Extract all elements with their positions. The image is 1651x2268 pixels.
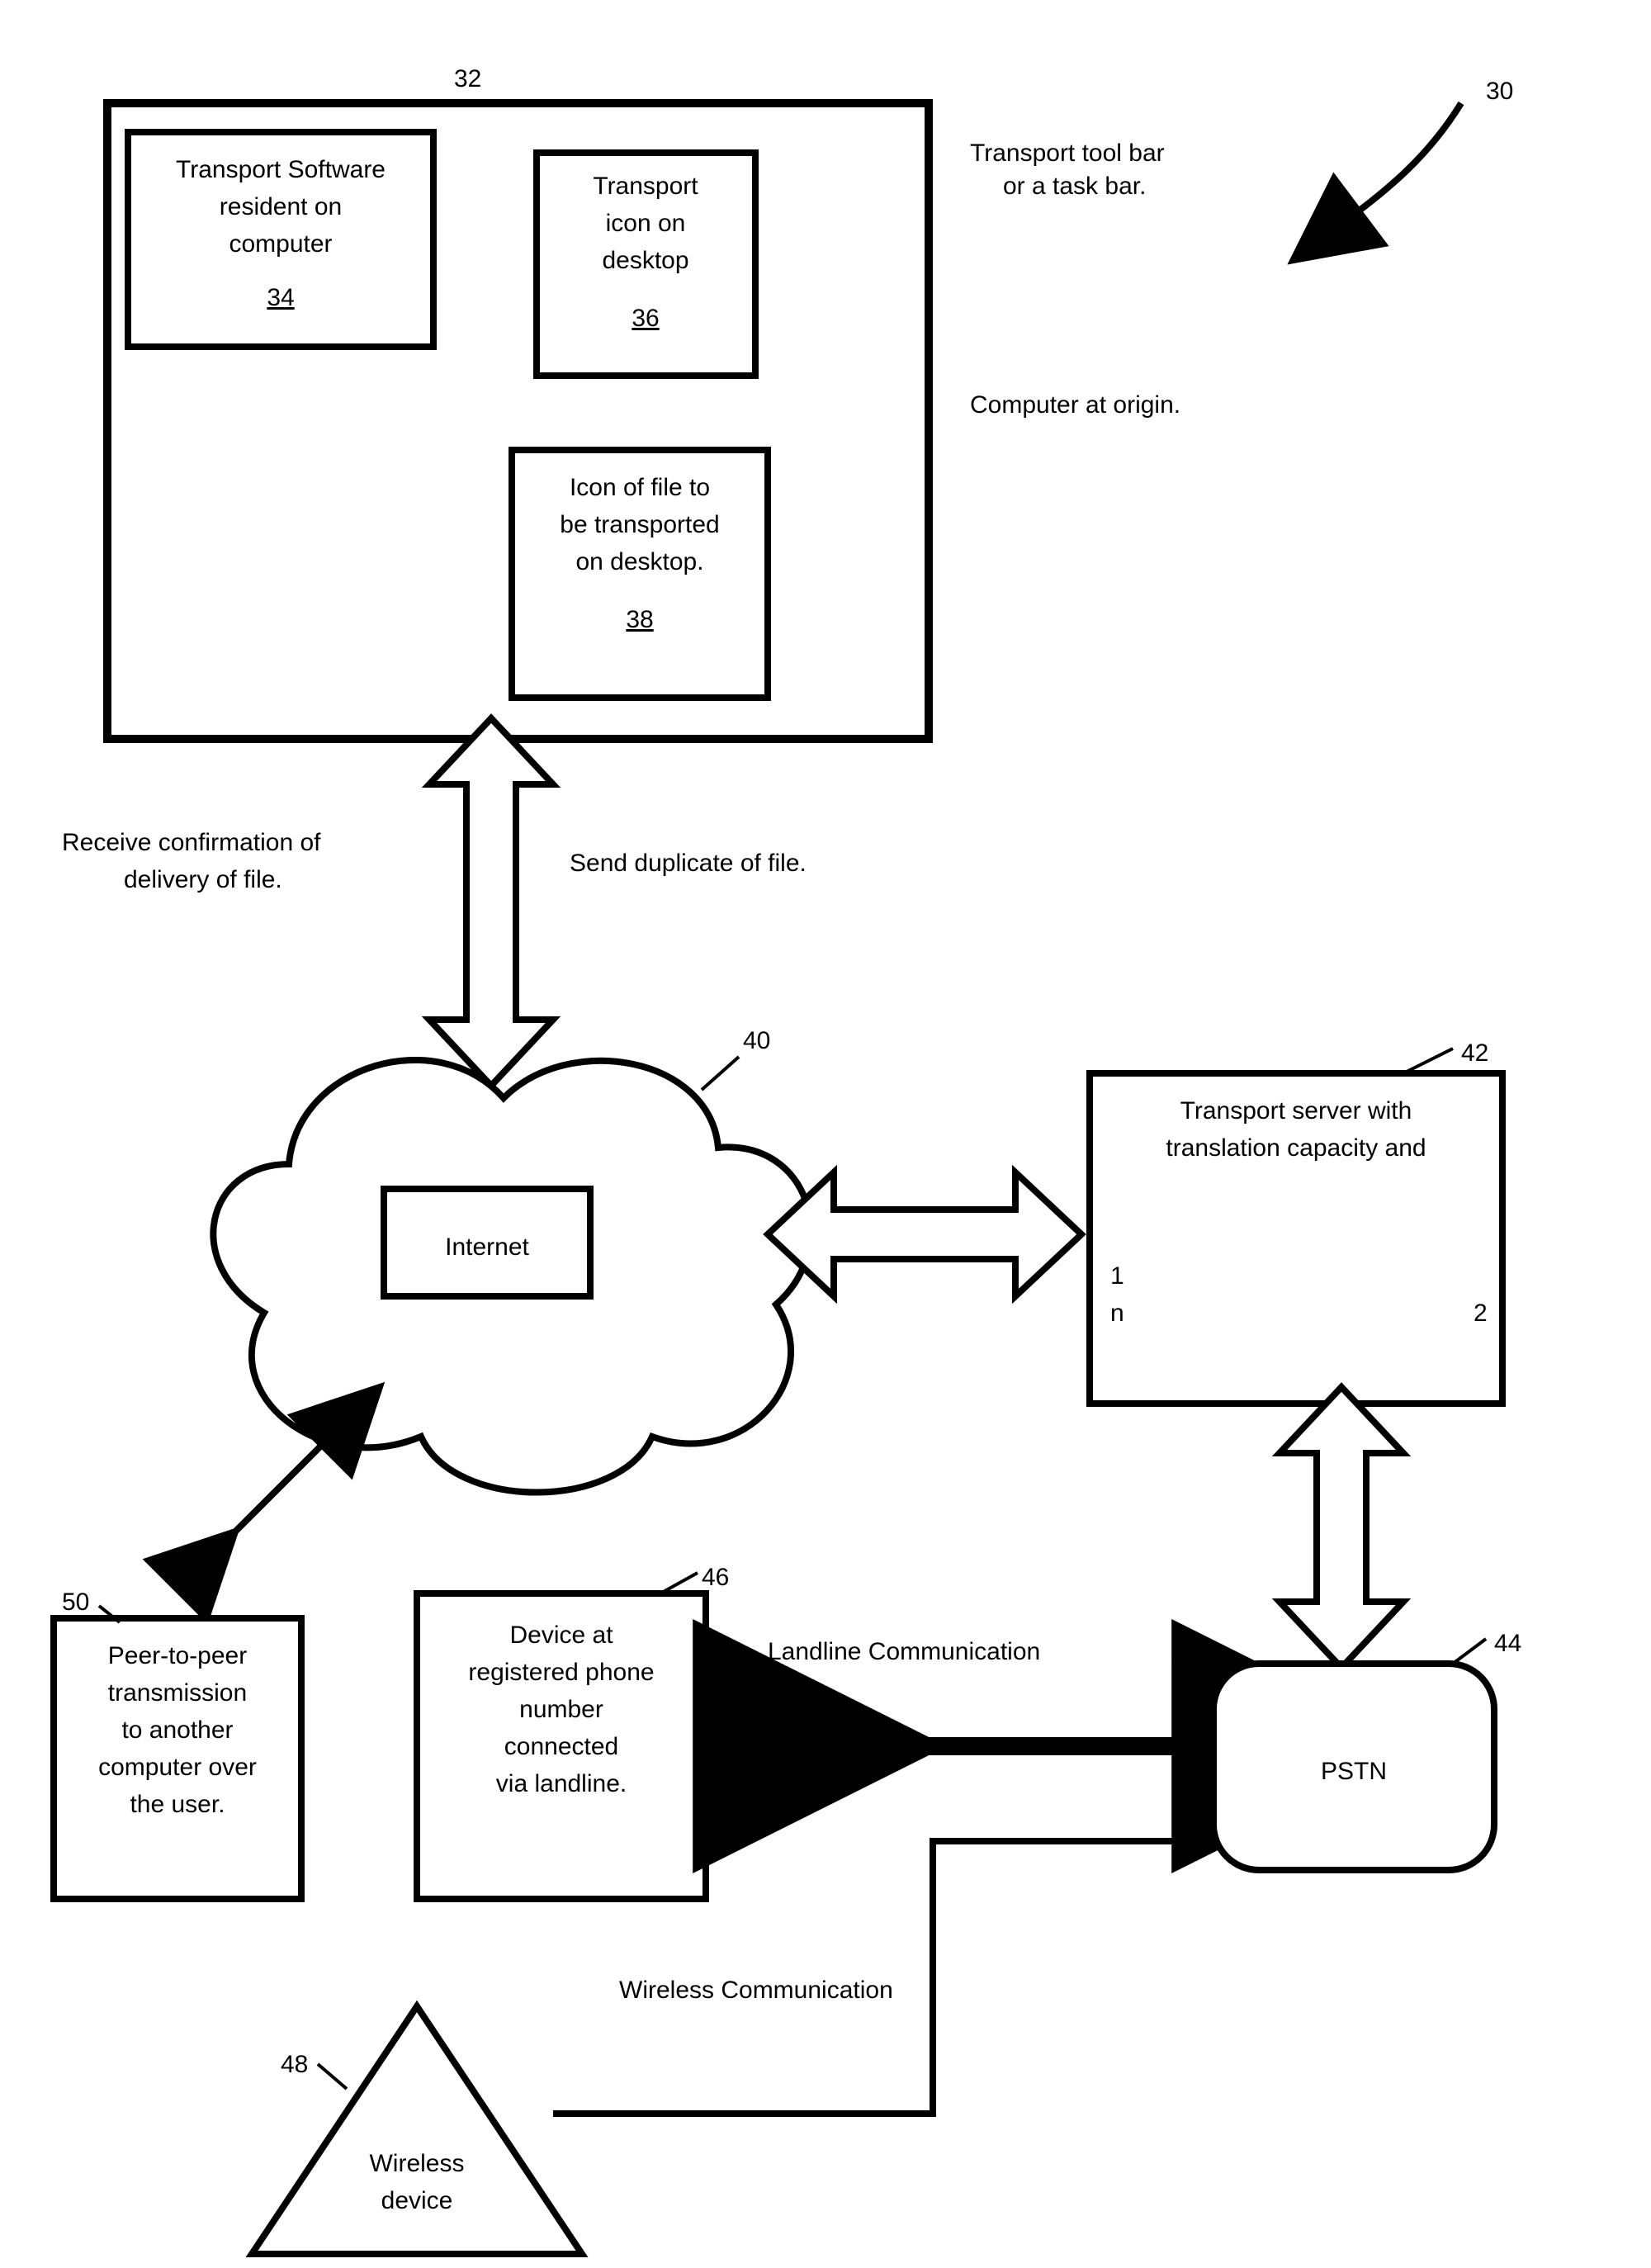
svg-text:desktop: desktop (602, 247, 688, 274)
svg-text:computer over: computer over (98, 1754, 257, 1781)
peer-box: Peer-to-peer transmission to another com… (54, 1589, 301, 1899)
internet-cloud: Internet 40 (213, 1027, 811, 1493)
svg-text:2: 2 (1474, 1300, 1488, 1327)
ref-34: 34 (267, 284, 294, 311)
transport-server-box: Transport server with translation capaci… (1090, 1039, 1502, 1404)
svg-text:Peer-to-peer: Peer-to-peer (108, 1642, 247, 1669)
confirm-label-2: delivery of file. (124, 866, 282, 893)
toolbar-label-2: or a task bar. (1003, 173, 1146, 200)
svg-text:Transport: Transport (593, 173, 698, 200)
svg-text:the user.: the user. (130, 1791, 225, 1818)
system-ref-arrow: 30 (1354, 78, 1513, 215)
svg-text:n: n (1110, 1300, 1124, 1327)
svg-text:Wireless: Wireless (369, 2150, 464, 2177)
landline-device-box: Device at registered phone number connec… (417, 1564, 729, 1899)
arrow-internet-server (768, 1172, 1081, 1296)
svg-text:resident on: resident on (220, 193, 342, 220)
svg-text:to another: to another (121, 1716, 233, 1744)
svg-text:connected: connected (504, 1733, 618, 1760)
svg-text:Icon of file to: Icon of file to (570, 474, 710, 501)
internet-label: Internet (445, 1233, 529, 1261)
arrow-peer-cloud (182, 1441, 326, 1585)
ref-36: 36 (632, 305, 659, 332)
ref-44: 44 (1494, 1630, 1521, 1657)
ref-40: 40 (743, 1027, 770, 1054)
svg-text:transmission: transmission (108, 1679, 247, 1707)
svg-text:computer: computer (229, 230, 332, 258)
wireless-device-triangle: Wireless device 48 (252, 2006, 582, 2254)
svg-text:Transport Software: Transport Software (176, 156, 386, 183)
svg-text:number: number (519, 1696, 603, 1723)
origin-label: Computer at origin. (970, 391, 1180, 419)
svg-text:be transported: be transported (560, 511, 719, 538)
toolbar-label-1: Transport tool bar (970, 140, 1165, 167)
svg-text:icon on: icon on (606, 210, 686, 237)
ref-48: 48 (281, 2051, 308, 2078)
file-icon-box: Icon of file to be transported on deskto… (512, 450, 768, 698)
pstn-label: PSTN (1321, 1758, 1387, 1785)
transport-icon-box: Transport icon on desktop 36 (537, 153, 755, 376)
svg-text:on desktop.: on desktop. (575, 548, 703, 575)
arrow-server-pstn (1280, 1387, 1403, 1668)
ref-32: 32 (454, 65, 481, 92)
send-label: Send duplicate of file. (570, 850, 807, 877)
ref-38: 38 (626, 606, 653, 633)
svg-text:Transport server with: Transport server with (1180, 1097, 1412, 1125)
confirm-label-1: Receive confirmation of (62, 829, 321, 856)
svg-text:Device at: Device at (509, 1622, 613, 1649)
svg-text:translation capacity and: translation capacity and (1166, 1134, 1426, 1162)
svg-text:via landline.: via landline. (496, 1770, 627, 1797)
ref-46: 46 (702, 1564, 729, 1591)
arrow-desktop-internet (429, 718, 553, 1086)
landline-comm-label: Landline Communication (768, 1638, 1040, 1665)
transport-software-box: Transport Software resident on computer … (128, 132, 433, 347)
ref-42: 42 (1461, 1039, 1488, 1067)
svg-text:1: 1 (1110, 1262, 1124, 1290)
pstn-box: PSTN 44 (1213, 1630, 1521, 1870)
wireless-comm-label: Wireless Communication (619, 1977, 893, 2004)
svg-text:device: device (381, 2187, 453, 2214)
ref-50: 50 (62, 1589, 89, 1616)
svg-text:registered phone: registered phone (468, 1659, 654, 1686)
ref-30: 30 (1486, 78, 1513, 105)
